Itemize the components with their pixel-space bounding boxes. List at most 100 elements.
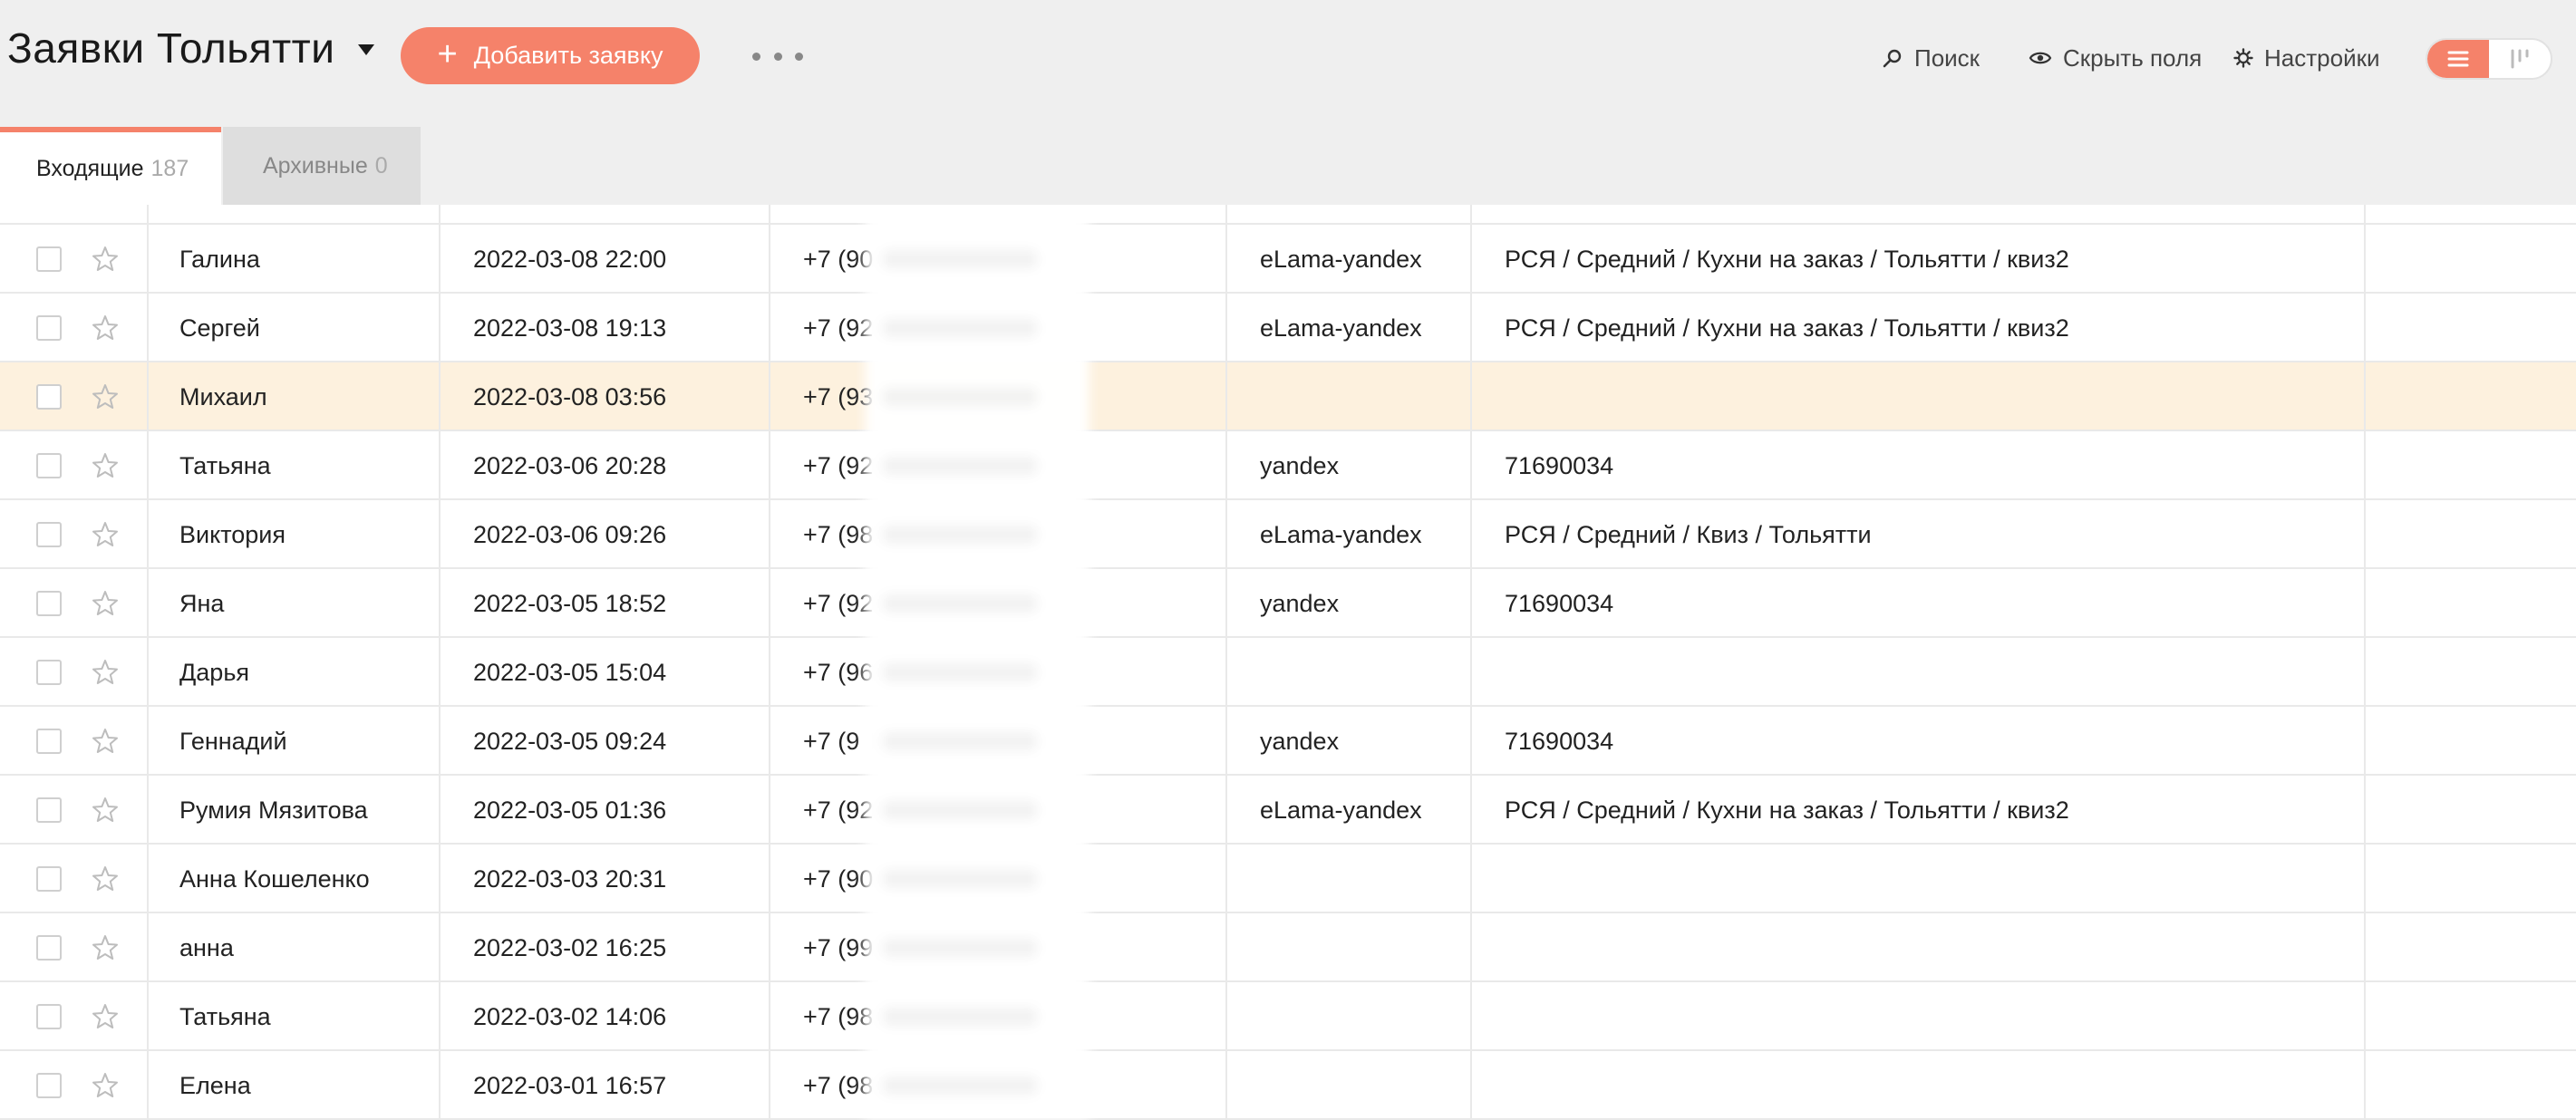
row-checkbox[interactable] [36,797,62,823]
board-title-dropdown[interactable]: Заявки Тольятти [7,24,375,72]
star-icon[interactable] [91,520,120,549]
cell-name: Сергей [179,314,260,342]
cell-source: eLama-yandex [1260,796,1422,824]
row-checkbox[interactable] [36,246,62,272]
cell-source: eLama-yandex [1260,205,1422,208]
cell-name: Михаил [179,382,267,410]
star-icon[interactable] [91,727,120,756]
phone-redaction-mask [865,205,1089,1120]
cell-date: 2022-03-08 22:00 [473,245,667,273]
cell-source: eLama-yandex [1260,520,1422,548]
star-icon[interactable] [91,451,120,480]
cell-phone: +7 (93 [803,382,874,410]
table-row[interactable]: Геннадий 2022-03-05 09:24 +7 (9 yandex 71690… [0,707,2576,776]
table-row[interactable]: Яна 2022-03-05 18:52 +7 (92 yandex 71690034 [0,569,2576,638]
eye-icon [2029,52,2052,64]
cell-date: 2022-03-05 18:52 [473,589,667,617]
cell-name: Румия Мязитова [179,796,368,824]
hide-fields-button[interactable]: Скрыть поля [2029,42,2202,74]
table-row[interactable]: Галина 2022-03-08 22:00 +7 (90 eLama-yandex… [0,225,2576,294]
hide-fields-label: Скрыть поля [2063,43,2203,72]
star-icon[interactable] [91,1002,120,1031]
cell-phone: +7 (90 [803,864,874,893]
gear-icon [2233,48,2253,68]
star-icon[interactable] [91,314,120,343]
table-row[interactable]: Елена 2022-03-01 16:57 +7 (98 [0,1051,2576,1120]
cell-phone: +7 (92 [803,451,874,479]
cell-name: анна [179,933,234,961]
cell-date: 2022-03-05 01:36 [473,796,667,824]
cell-name: Елена [179,1071,251,1099]
row-checkbox[interactable] [36,866,62,892]
row-checkbox[interactable] [36,729,62,754]
tab-archive[interactable]: Архивные 0 [223,127,421,205]
star-icon[interactable] [91,382,120,411]
star-icon[interactable] [91,796,120,825]
settings-label: Настройки [2264,43,2380,72]
cell-campaign: 71690034 [1505,589,1614,617]
tab-incoming[interactable]: Входящие 187 [0,127,221,205]
search-button[interactable]: Поиск [1882,42,1980,74]
cell-name: Татьяна [179,1002,271,1030]
more-dots-icon[interactable] [752,43,803,69]
settings-button[interactable]: Настройки [2233,42,2380,74]
table-row[interactable]: Сергей 2022-03-08 19:13 +7 (92 eLama-yandex… [0,294,2576,362]
cell-date: 2022-03-06 09:26 [473,520,667,548]
table-row[interactable]: Румия Мязитова 2022-03-05 01:36 +7 (92 eLam… [0,776,2576,845]
plus-icon: + [437,34,458,73]
row-checkbox[interactable] [36,315,62,341]
cell-campaign: РСЯ / Средний / Кухни на заказ / Тольятт… [1505,205,2069,208]
star-icon[interactable] [91,589,120,618]
cell-name: Геннадий [179,727,287,755]
tabs: Входящие 187 Архивные 0 [0,127,421,205]
cell-source: yandex [1260,451,1340,479]
row-checkbox[interactable] [36,660,62,685]
star-icon[interactable] [91,245,120,274]
cell-campaign: РСЯ / Средний / Кухни на заказ / Тольятт… [1505,796,2069,824]
cell-phone: +7 (98 [803,1071,874,1099]
cell-campaign: РСЯ / Средний / Кухни на заказ / Тольятт… [1505,245,2069,273]
row-checkbox[interactable] [36,935,62,961]
cell-campaign: 71690034 [1505,451,1614,479]
search-label: Поиск [1914,43,1980,72]
table-row[interactable]: Дарья 2022-03-05 15:04 +7 (96 [0,638,2576,707]
row-checkbox[interactable] [36,591,62,616]
cell-phone: +7 (9 [803,727,860,755]
star-icon[interactable] [91,1071,120,1100]
star-icon[interactable] [91,864,120,893]
cell-phone: +7 (98 [803,1002,874,1030]
cell-phone: +7 (92 [803,796,874,824]
cell-campaign: РСЯ / Средний / Кухни на заказ / Тольятт… [1505,314,2069,342]
star-icon[interactable] [91,933,120,962]
table-row[interactable]: Михаил 2022-03-08 03:56 +7 (93 [0,362,2576,431]
cell-name: Анна Кошеленко [179,864,370,893]
view-toggle [2426,38,2552,80]
row-checkbox[interactable] [36,384,62,410]
cell-date: 2022-03-02 14:06 [473,1002,667,1030]
table-row[interactable]: Виктория 2022-03-06 09:26 +7 (98 eLama-yand… [0,500,2576,569]
cell-date: 2022-03-08 03:56 [473,382,667,410]
board-title: Заявки Тольятти [7,24,335,72]
star-icon[interactable] [91,658,120,687]
cell-phone: +7 (99 [803,933,874,961]
add-request-button[interactable]: + Добавить заявку [401,27,700,84]
cell-campaign: РСЯ / Средний / Квиз / Тольятти [1505,520,1872,548]
cell-date: 2022-03-05 15:04 [473,658,667,686]
cell-date: 2022-03-08 19:13 [473,314,667,342]
table-row[interactable]: Татьяна 2022-03-06 20:28 +7 (92 yandex 71690… [0,431,2576,500]
cell-source: yandex [1260,589,1340,617]
table-row[interactable]: Анна Кошеленко 2022-03-03 20:31 +7 (90 [0,845,2576,913]
cell-name: Татьяна [179,451,271,479]
list-view-icon[interactable] [2427,40,2489,78]
row-checkbox[interactable] [36,1004,62,1029]
row-checkbox[interactable] [36,453,62,478]
table-row[interactable]: eLama-yandex РСЯ / Средний / Кухни на зак… [0,205,2576,225]
kanban-view-icon[interactable] [2489,40,2551,78]
table-row[interactable]: Татьяна 2022-03-02 14:06 +7 (98 [0,982,2576,1051]
row-checkbox[interactable] [36,1073,62,1098]
search-icon [1883,49,1902,68]
tab-incoming-count: 187 [150,155,189,181]
row-checkbox[interactable] [36,522,62,547]
table-row[interactable]: анна 2022-03-02 16:25 +7 (99 [0,913,2576,982]
requests-table: eLama-yandex РСЯ / Средний / Кухни на зак… [0,205,2576,1120]
